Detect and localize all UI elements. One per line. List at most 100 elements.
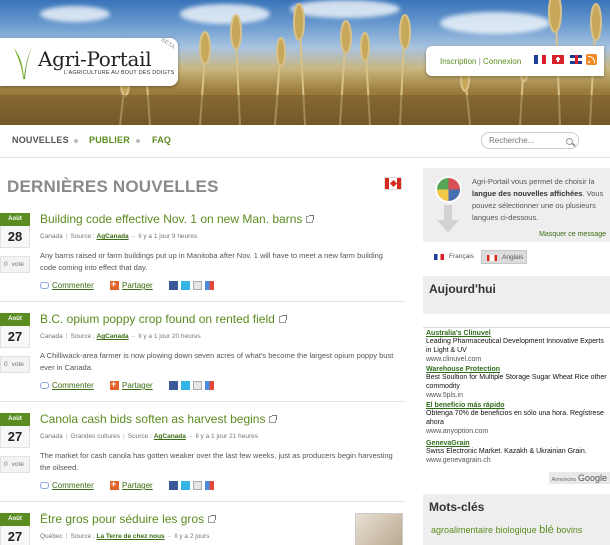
source-label: Source :: [70, 333, 95, 340]
source-link[interactable]: La Terre de chez nous: [97, 533, 165, 540]
share-icon: [110, 379, 120, 390]
vote-label: vote: [11, 461, 24, 468]
email-icon[interactable]: [192, 481, 202, 490]
ad-description: Best Soultion for Multiple Storage Sugar…: [426, 374, 607, 390]
vote-button[interactable]: 0 vote: [0, 356, 30, 373]
date-badge: Août 27: [0, 413, 30, 448]
google-plus-icon[interactable]: [204, 481, 214, 490]
comment-link[interactable]: Commenter: [52, 281, 94, 290]
header-banner: Agri-Portail L'AGRICULTURE AU BOUT DES D…: [0, 0, 610, 125]
canada-flag-icon: [487, 255, 497, 261]
tag-link[interactable]: blé: [539, 524, 554, 536]
logo-title: Agri-Portail: [38, 47, 152, 71]
facebook-icon[interactable]: [168, 481, 178, 490]
search-icon[interactable]: [566, 138, 573, 145]
source-link[interactable]: AgCanada: [97, 333, 129, 340]
ads-by-google[interactable]: Annonces Google: [548, 472, 610, 484]
date-month: Août: [0, 413, 30, 426]
article-region: Canada: [40, 433, 63, 440]
vote-button[interactable]: 0 vote: [0, 256, 30, 273]
ad-url[interactable]: www.5pls.in: [426, 391, 608, 400]
comment-icon: [40, 482, 49, 489]
twitter-icon[interactable]: [180, 381, 190, 390]
twitter-icon[interactable]: [180, 481, 190, 490]
search-input[interactable]: [481, 132, 579, 149]
twitter-icon[interactable]: [180, 281, 190, 290]
facebook-icon[interactable]: [168, 281, 178, 290]
vote-button[interactable]: 0 vote: [0, 456, 30, 473]
article: Août 27 0 vote B.C. opium poppy crop foun…: [0, 312, 405, 411]
external-link-icon[interactable]: [278, 315, 287, 323]
logo-tagline: L'AGRICULTURE AU BOUT DES DOIGTS: [64, 70, 175, 76]
nav-faq[interactable]: FAQ: [152, 135, 171, 145]
ad-item[interactable]: El beneficio más rápido Obtenga 70% de b…: [426, 402, 608, 436]
logo[interactable]: Agri-Portail L'AGRICULTURE AU BOUT DES D…: [0, 37, 178, 86]
share-link[interactable]: Partager: [122, 481, 153, 490]
ad-title[interactable]: Australia's Clinuvel: [426, 330, 608, 337]
facebook-icon[interactable]: [168, 381, 178, 390]
nav-publish[interactable]: PUBLIER: [89, 135, 130, 145]
external-link-icon[interactable]: [208, 515, 217, 523]
share-link[interactable]: Partager: [122, 381, 153, 390]
source-link[interactable]: AgCanada: [97, 233, 129, 240]
article-title[interactable]: Canola cash bids soften as harvest begin…: [40, 412, 278, 426]
swiss-flag-icon[interactable]: [552, 55, 564, 64]
source-label: Source :: [70, 233, 95, 240]
ad-url[interactable]: www.clinuvel.com: [426, 355, 608, 364]
tag-link[interactable]: biologique: [496, 525, 537, 535]
ad-item[interactable]: Australia's Clinuvel Leading Pharmaceuti…: [426, 330, 608, 364]
google-plus-icon[interactable]: [204, 381, 214, 390]
article-time: Il y a 2 jours: [174, 533, 210, 540]
article-title[interactable]: Building code effective Nov. 1 on new Ma…: [40, 212, 315, 226]
tab-english[interactable]: Anglais: [481, 250, 527, 264]
comment-link[interactable]: Commenter: [52, 381, 94, 390]
date-badge: Août 27: [0, 313, 30, 348]
article-thumbnail[interactable]: [355, 513, 403, 545]
language-info-panel: Agri-Portail vous permet de choisir la l…: [423, 168, 610, 242]
external-link-icon[interactable]: [269, 415, 278, 423]
ad-url[interactable]: www.genevagrain.ch: [426, 456, 608, 465]
ad-url[interactable]: www.anyoption.com: [426, 427, 608, 436]
ad-title[interactable]: Warehouse Protection: [426, 366, 608, 373]
france-flag-icon[interactable]: [534, 55, 546, 64]
nav-news[interactable]: NOUVELLES: [12, 135, 69, 145]
login-link[interactable]: Connexion: [483, 57, 521, 66]
date-day: 27: [0, 526, 30, 545]
article: Août 28 0 vote Building code effective No…: [0, 212, 405, 311]
uk-flag-icon[interactable]: [570, 55, 582, 64]
email-icon[interactable]: [192, 381, 202, 390]
tag-link[interactable]: agroalimentaire: [431, 525, 493, 535]
divider: [0, 501, 405, 502]
share-icon: [110, 279, 120, 290]
ad-title[interactable]: El beneficio más rápido: [426, 402, 608, 409]
tab-french[interactable]: Français: [429, 250, 474, 264]
ad-item[interactable]: GenevaGrain Swiss Electronic Market. Kaz…: [426, 440, 608, 465]
article-time: Il y a 1 jour 9 heures: [138, 233, 198, 240]
tag-link[interactable]: bovins: [556, 525, 582, 535]
share-link[interactable]: Partager: [122, 281, 153, 290]
source-link[interactable]: AgCanada: [154, 433, 186, 440]
rss-icon[interactable]: [586, 54, 597, 65]
canada-flag-icon[interactable]: [384, 177, 402, 190]
email-icon[interactable]: [192, 281, 202, 290]
vote-count: 0: [4, 461, 8, 468]
tag-cloud: agroalimentaire biologique blé bovins: [431, 524, 582, 536]
article-excerpt: A Chilliwack-area farmer is now plowing …: [40, 351, 394, 372]
article-actions: Commenter Partager: [40, 479, 214, 490]
signup-link[interactable]: Inscription: [440, 57, 476, 66]
auth-bar: Inscription | Connexion: [426, 46, 604, 76]
comment-link[interactable]: Commenter: [52, 481, 94, 490]
ad-title[interactable]: GenevaGrain: [426, 440, 608, 447]
article-region: Canada: [40, 333, 63, 340]
google-plus-icon[interactable]: [204, 281, 214, 290]
date-month: Août: [0, 513, 30, 526]
article-title[interactable]: B.C. opium poppy crop found on rented fi…: [40, 312, 287, 326]
hide-message-link[interactable]: Masquer ce message: [539, 231, 606, 238]
article-title[interactable]: Être gros pour séduire les gros: [40, 513, 217, 526]
sidebar: Agri-Portail vous permet de choisir la l…: [420, 158, 610, 545]
date-day: 27: [0, 426, 30, 448]
ad-item[interactable]: Warehouse Protection Best Soultion for M…: [426, 366, 608, 400]
comment-icon: [40, 282, 49, 289]
external-link-icon[interactable]: [306, 215, 315, 223]
article-time: Il y a 1 jour 20 heures: [138, 333, 201, 340]
